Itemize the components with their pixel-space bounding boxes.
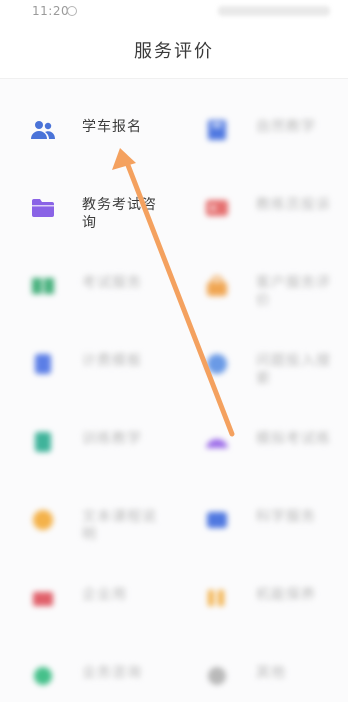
people-icon xyxy=(30,118,56,142)
service-item-label: 科学服务 xyxy=(256,509,316,525)
service-item-label: 其他 xyxy=(256,665,286,681)
chat-icon xyxy=(30,508,56,532)
service-item-label: 企业用 xyxy=(82,587,127,603)
leaf-icon xyxy=(30,664,56,688)
service-item-label: 教练员投诉 xyxy=(256,197,331,213)
bag-icon xyxy=(204,274,230,298)
service-item-label: 学车报名 xyxy=(82,119,142,135)
car-icon xyxy=(204,430,230,454)
alarm-icon xyxy=(67,6,77,16)
badge-icon xyxy=(204,196,230,220)
gift-icon xyxy=(30,586,56,610)
status-time: 11:20 xyxy=(32,4,70,18)
service-item-label: 文本课程说明 xyxy=(82,509,157,543)
service-item[interactable]: 其他 xyxy=(174,624,348,702)
service-item[interactable]: 教练员投诉 xyxy=(174,156,348,234)
service-item-label: 客户服务评价 xyxy=(256,275,331,309)
document-icon xyxy=(30,352,56,376)
file-icon xyxy=(30,430,56,454)
service-item[interactable]: 问题投入搜索 xyxy=(174,312,348,390)
service-item-label: 计费模板 xyxy=(82,353,142,369)
service-item[interactable]: 计费模板 xyxy=(0,312,174,390)
service-item[interactable]: 模拟考试练 xyxy=(174,390,348,468)
service-item-label: 问题投入搜索 xyxy=(256,353,331,387)
service-item-label: 考试服务 xyxy=(82,275,142,291)
service-item[interactable]: 考试服务 xyxy=(0,234,174,312)
bars-icon xyxy=(204,586,230,610)
service-item[interactable]: 科学服务 xyxy=(174,468,348,546)
service-item[interactable]: 企业用 xyxy=(0,546,174,624)
service-item-label: 模拟考试练 xyxy=(256,431,331,447)
service-item[interactable]: 教务考试咨询 xyxy=(0,156,174,234)
circle-icon xyxy=(204,664,230,688)
service-item[interactable]: 业务咨询 xyxy=(0,624,174,702)
service-item[interactable]: 训练教学 xyxy=(0,390,174,468)
service-item[interactable]: 自然教学 xyxy=(174,78,348,156)
status-indicators xyxy=(218,6,330,16)
service-item-label: 自然教学 xyxy=(256,119,316,135)
status-bar: 11:20 xyxy=(0,0,348,22)
service-item[interactable]: 机能保养 xyxy=(174,546,348,624)
book-icon xyxy=(204,118,230,142)
service-item[interactable]: 学车报名 xyxy=(0,78,174,156)
header: 服务评价 xyxy=(0,22,348,79)
card-icon xyxy=(204,508,230,532)
service-item-label: 业务咨询 xyxy=(82,665,142,681)
bubble-icon xyxy=(204,352,230,376)
service-item[interactable]: 客户服务评价 xyxy=(174,234,348,312)
page-title: 服务评价 xyxy=(134,41,214,62)
service-item-label: 训练教学 xyxy=(82,431,142,447)
service-item-label: 机能保养 xyxy=(256,587,316,603)
folder-icon xyxy=(30,196,56,220)
service-item-label: 教务考试咨询 xyxy=(82,197,157,231)
service-item[interactable]: 文本课程说明 xyxy=(0,468,174,546)
service-grid: 学车报名 自然教学教务考试咨询 教练员投诉考试服务 客户服务评价计费模板 问题投入搜索训… xyxy=(0,78,348,691)
book-open-icon xyxy=(30,274,56,298)
